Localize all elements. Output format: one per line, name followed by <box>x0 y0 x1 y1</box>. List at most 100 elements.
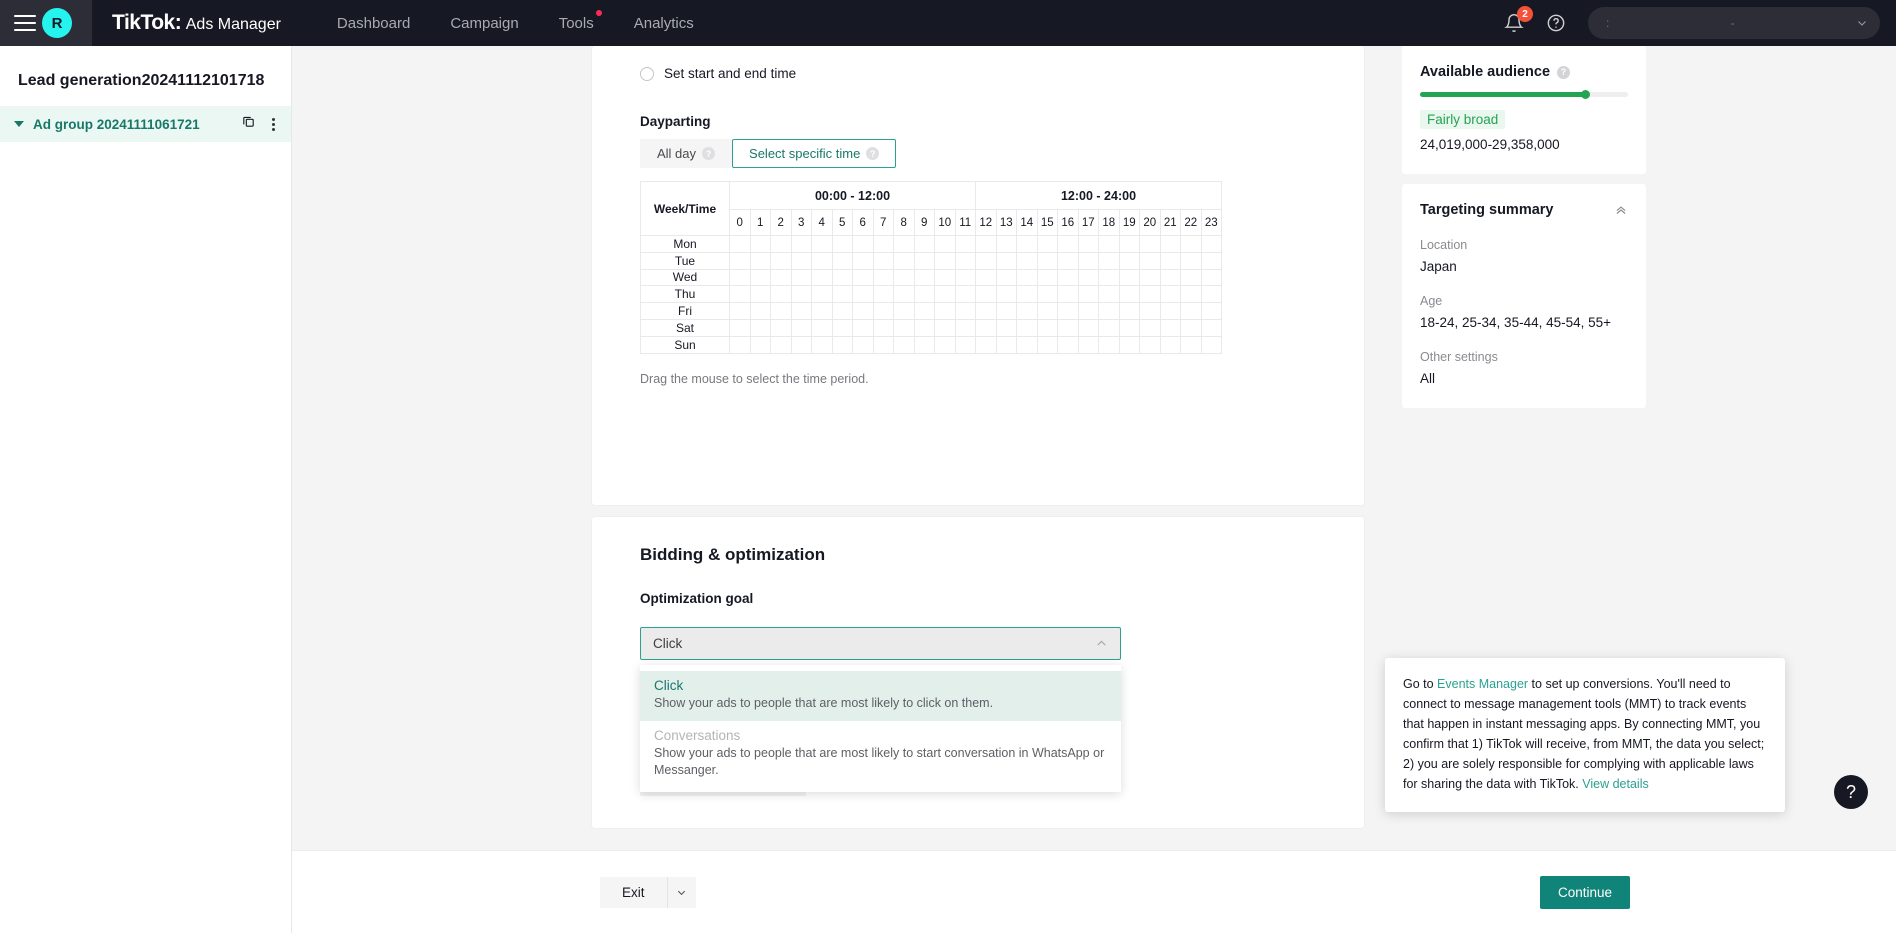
grid-time-slot[interactable] <box>954 251 976 270</box>
grid-time-slot[interactable] <box>1180 268 1202 287</box>
nav-link-tools[interactable]: Tools <box>559 9 602 36</box>
grid-time-slot[interactable] <box>975 235 997 253</box>
grid-time-slot[interactable] <box>975 268 997 287</box>
grid-time-slot[interactable] <box>1139 235 1161 253</box>
radio-icon[interactable] <box>640 66 654 81</box>
grid-time-slot[interactable] <box>1098 235 1120 253</box>
grid-time-slot[interactable] <box>729 235 751 253</box>
grid-time-slot[interactable] <box>913 302 935 320</box>
grid-time-slot[interactable] <box>811 268 833 287</box>
grid-time-slot[interactable] <box>770 285 792 304</box>
grid-time-slot[interactable] <box>995 285 1017 304</box>
grid-time-slot[interactable] <box>811 285 833 304</box>
dropdown-option-click[interactable]: Click Show your ads to people that are m… <box>640 671 1121 721</box>
grid-time-slot[interactable] <box>1118 268 1140 287</box>
grid-time-slot[interactable] <box>1139 302 1161 320</box>
set-start-end-time-option[interactable]: Set start and end time <box>592 46 1364 81</box>
grid-time-slot[interactable] <box>852 235 874 253</box>
grid-time-slot[interactable] <box>1016 318 1038 337</box>
grid-time-slot[interactable] <box>749 285 771 304</box>
grid-time-slot[interactable] <box>852 251 874 270</box>
grid-time-slot[interactable] <box>872 302 894 320</box>
help-icon[interactable]: ? <box>1557 65 1571 79</box>
grid-time-slot[interactable] <box>893 268 915 287</box>
grid-time-slot[interactable] <box>872 251 894 270</box>
grid-time-slot[interactable] <box>893 302 915 320</box>
floating-help-button[interactable]: ? <box>1834 775 1868 809</box>
more-options-icon[interactable] <box>272 117 275 131</box>
exit-dropdown-toggle[interactable] <box>667 877 696 908</box>
sidebar-item-adgroup[interactable]: Ad group 20241111061721 <box>0 106 291 142</box>
grid-time-slot[interactable] <box>954 335 976 354</box>
grid-time-slot[interactable] <box>893 318 915 337</box>
nav-link-dashboard[interactable]: Dashboard <box>337 11 410 36</box>
brand-logo[interactable]: TikTok : Ads Manager <box>112 11 281 35</box>
grid-time-slot[interactable] <box>749 318 771 337</box>
grid-time-slot[interactable] <box>995 268 1017 287</box>
grid-time-slot[interactable] <box>893 335 915 354</box>
grid-time-slot[interactable] <box>1077 285 1099 304</box>
grid-time-slot[interactable] <box>1180 251 1202 270</box>
grid-time-slot[interactable] <box>1180 335 1202 354</box>
grid-time-slot[interactable] <box>1077 302 1099 320</box>
grid-time-slot[interactable] <box>831 302 853 320</box>
grid-time-slot[interactable] <box>1057 251 1079 270</box>
grid-time-slot[interactable] <box>1159 251 1181 270</box>
grid-time-slot[interactable] <box>1098 285 1120 304</box>
grid-time-slot[interactable] <box>1036 302 1058 320</box>
targeting-summary-header[interactable]: Targeting summary <box>1420 202 1628 218</box>
grid-time-slot[interactable] <box>975 285 997 304</box>
grid-time-slot[interactable] <box>913 235 935 253</box>
grid-time-slot[interactable] <box>995 235 1017 253</box>
grid-time-slot[interactable] <box>913 335 935 354</box>
grid-time-slot[interactable] <box>872 318 894 337</box>
grid-time-slot[interactable] <box>1077 318 1099 337</box>
grid-time-slot[interactable] <box>1118 251 1140 270</box>
grid-time-slot[interactable] <box>1098 268 1120 287</box>
grid-time-slot[interactable] <box>749 335 771 354</box>
grid-time-slot[interactable] <box>1077 235 1099 253</box>
grid-time-slot[interactable] <box>954 235 976 253</box>
dayparting-grid[interactable]: Week/Time 00:00 - 12:00 12:00 - 24:00 01… <box>640 181 1222 354</box>
grid-time-slot[interactable] <box>995 335 1017 354</box>
chevron-double-up-icon[interactable] <box>1614 203 1628 217</box>
grid-time-slot[interactable] <box>913 251 935 270</box>
grid-time-slot[interactable] <box>790 251 812 270</box>
grid-time-slot[interactable] <box>1057 318 1079 337</box>
grid-time-slot[interactable] <box>790 235 812 253</box>
grid-time-slot[interactable] <box>913 285 935 304</box>
grid-time-slot[interactable] <box>872 285 894 304</box>
grid-time-slot[interactable] <box>790 285 812 304</box>
grid-time-slot[interactable] <box>893 285 915 304</box>
grid-time-slot[interactable] <box>811 335 833 354</box>
grid-time-slot[interactable] <box>954 318 976 337</box>
grid-time-slot[interactable] <box>790 318 812 337</box>
copy-icon[interactable] <box>241 114 256 134</box>
chevron-up-icon[interactable] <box>1095 637 1108 650</box>
grid-time-slot[interactable] <box>729 302 751 320</box>
grid-time-slot[interactable] <box>872 335 894 354</box>
grid-time-slot[interactable] <box>790 268 812 287</box>
grid-time-slot[interactable] <box>1180 318 1202 337</box>
grid-time-slot[interactable] <box>770 251 792 270</box>
grid-time-slot[interactable] <box>893 251 915 270</box>
grid-time-slot[interactable] <box>934 318 956 337</box>
grid-time-slot[interactable] <box>1077 268 1099 287</box>
grid-time-slot[interactable] <box>975 251 997 270</box>
grid-time-slot[interactable] <box>831 335 853 354</box>
grid-time-slot[interactable] <box>1098 251 1120 270</box>
notifications-button[interactable]: 2 <box>1504 6 1533 33</box>
grid-time-slot[interactable] <box>1139 318 1161 337</box>
grid-time-slot[interactable] <box>1016 302 1038 320</box>
grid-time-slot[interactable] <box>1098 302 1120 320</box>
grid-time-slot[interactable] <box>1200 285 1222 304</box>
grid-time-slot[interactable] <box>954 285 976 304</box>
grid-time-slot[interactable] <box>1139 285 1161 304</box>
grid-time-slot[interactable] <box>975 318 997 337</box>
grid-time-slot[interactable] <box>770 302 792 320</box>
grid-time-slot[interactable] <box>1057 335 1079 354</box>
grid-time-slot[interactable] <box>913 318 935 337</box>
grid-time-slot[interactable] <box>954 268 976 287</box>
grid-time-slot[interactable] <box>811 251 833 270</box>
grid-time-slot[interactable] <box>770 268 792 287</box>
